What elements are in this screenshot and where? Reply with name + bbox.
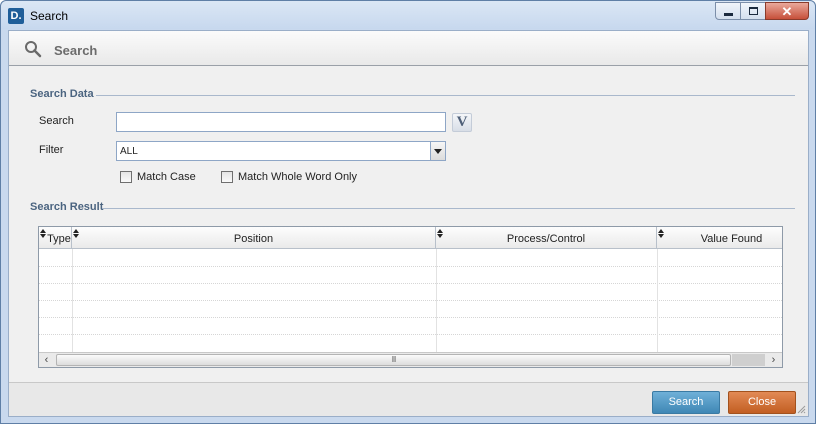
table-row[interactable] [39, 335, 782, 352]
scroll-left-button[interactable]: ‹ [39, 353, 54, 367]
search-input[interactable] [116, 112, 446, 132]
column-divider [657, 249, 658, 352]
window-controls: ✕ [715, 2, 809, 20]
scrollbar-track[interactable] [732, 354, 765, 366]
close-window-button[interactable]: ✕ [765, 2, 809, 20]
table-row[interactable] [39, 284, 782, 301]
column-divider [72, 249, 73, 352]
column-header-process-control[interactable]: Process/Control [436, 227, 657, 249]
minimize-button[interactable] [715, 2, 741, 20]
table-row[interactable] [39, 318, 782, 335]
dialog-body: Search Search Data Search V Filter ALL M… [8, 30, 809, 417]
maximize-button[interactable] [740, 2, 766, 20]
scrollbar-thumb[interactable]: III [56, 354, 731, 366]
search-data-section-label: Search Data [30, 88, 94, 100]
column-divider [436, 249, 437, 352]
scroll-right-button[interactable]: › [766, 353, 781, 367]
results-grid-header: Type Position Process/Control Value Foun… [39, 227, 782, 249]
dialog-header-title: Search [54, 43, 98, 58]
results-grid[interactable]: Type Position Process/Control Value Foun… [38, 226, 783, 368]
match-case-label[interactable]: Match Case [137, 171, 196, 183]
filter-selected-value: ALL [120, 146, 138, 157]
v-options-button[interactable]: V [452, 113, 472, 132]
filter-select[interactable]: ALL [116, 141, 446, 161]
search-dialog-window: D. Search ✕ Search Search Data Search V … [0, 0, 816, 424]
column-header-type[interactable]: Type [39, 227, 72, 249]
chevron-down-icon [434, 148, 442, 154]
column-header-position[interactable]: Position [72, 227, 436, 249]
match-case-checkbox[interactable] [120, 171, 132, 183]
table-row[interactable] [39, 301, 782, 318]
column-header-value-found[interactable]: Value Found [657, 227, 782, 249]
dialog-header: Search [9, 31, 808, 66]
maximize-icon [748, 7, 758, 15]
table-row[interactable] [39, 250, 782, 267]
filter-field-label: Filter [39, 144, 64, 156]
resize-grip-icon[interactable] [796, 404, 806, 414]
window-title: Search [30, 9, 69, 23]
app-logo-icon: D. [8, 8, 24, 24]
close-icon: ✕ [781, 3, 793, 19]
search-field-label: Search [39, 115, 74, 127]
search-data-divider [96, 95, 795, 96]
sort-icon[interactable] [658, 229, 665, 239]
match-whole-word-label[interactable]: Match Whole Word Only [238, 171, 357, 183]
match-whole-word-checkbox[interactable] [221, 171, 233, 183]
filter-dropdown-button[interactable] [430, 142, 445, 160]
close-button[interactable]: Close [728, 391, 796, 414]
magnifier-icon [25, 41, 42, 58]
title-bar[interactable]: D. Search ✕ [1, 1, 815, 29]
horizontal-scrollbar[interactable]: ‹ III › [39, 352, 782, 367]
dialog-footer: Search Close [9, 382, 808, 416]
search-button[interactable]: Search [652, 391, 720, 414]
search-result-section-label: Search Result [30, 201, 104, 213]
search-result-divider [102, 208, 795, 209]
minimize-icon [723, 12, 733, 16]
table-row[interactable] [39, 267, 782, 284]
